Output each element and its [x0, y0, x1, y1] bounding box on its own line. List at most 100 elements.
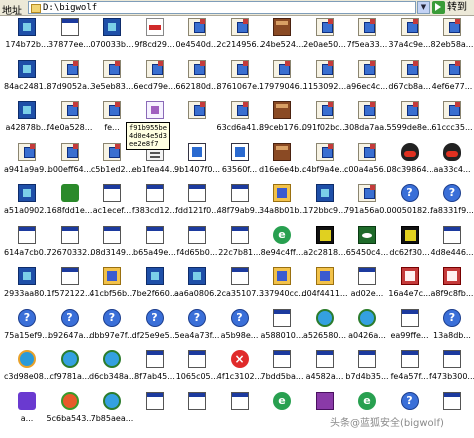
go-button[interactable]: 转到 [432, 1, 472, 14]
file-item[interactable]: c3d98e08... [4, 350, 50, 396]
file-item[interactable] [132, 391, 176, 438]
file-item[interactable]: ea99ffe... [387, 308, 431, 355]
file-item[interactable]: 37a4c9e... [387, 18, 431, 64]
file-item[interactable]: ? 00050182... [387, 184, 433, 230]
file-item[interactable]: 48f79ab9... [217, 184, 262, 230]
file-item[interactable]: 091f02bc... [302, 101, 347, 147]
file-item[interactable]: 174b72b... [4, 18, 49, 64]
file-item[interactable]: e [259, 391, 303, 438]
file-item[interactable]: b00eff64... [47, 142, 91, 189]
file-item[interactable]: 070033b... [89, 18, 134, 64]
file-item[interactable]: a941a9a9... [4, 142, 50, 189]
file-item[interactable]: 308da7aa... [344, 101, 390, 147]
file-item[interactable]: a526580... [302, 308, 346, 355]
file-item[interactable]: a588010... [259, 308, 304, 355]
file-item[interactable]: 34a8b01b... [259, 184, 305, 230]
file-item[interactable]: f4e0a528... [47, 101, 92, 147]
file-item[interactable]: 0e4540d... [174, 18, 219, 64]
address-dropdown-button[interactable]: ▼ [417, 1, 430, 14]
file-item[interactable]: 7f5ea33... [344, 18, 388, 64]
file-item[interactable]: ? dbb97e7f... [89, 308, 135, 355]
file-item[interactable]: 84ac2481... [4, 59, 50, 106]
file-item[interactable]: 61ccc35... [429, 101, 473, 147]
file-item[interactable]: 662180d... [174, 59, 219, 106]
file-item[interactable]: ? 5ea4a73f... [174, 308, 219, 355]
file-item[interactable]: 41cbf56b... [89, 267, 135, 313]
file-item[interactable]: 37877ee... [47, 18, 91, 64]
file-item[interactable]: cf9781a... [47, 350, 91, 396]
file-item[interactable]: 9f8cd29... [132, 18, 176, 64]
file-item[interactable]: ? fa8331f9... [429, 184, 474, 230]
file-item[interactable]: a4582a... [302, 350, 346, 396]
file-item[interactable]: a2c2818... [302, 225, 346, 272]
file-item[interactable]: 2ca35107... [217, 267, 263, 313]
file-item[interactable]: ? b92647a... [47, 308, 91, 355]
file-item[interactable]: a42878b... [4, 101, 49, 147]
file-item[interactable]: 08d3149... [89, 225, 134, 272]
file-item[interactable]: aa6a0806... [174, 267, 220, 313]
file-item[interactable]: 9b1407f0... [174, 142, 220, 189]
file-item[interactable]: ad02e... [344, 267, 388, 313]
file-item[interactable]: d04f4411... [302, 267, 348, 313]
file-item[interactable]: c4bf9a4e... [302, 142, 347, 189]
file-item[interactable]: a0426a... [344, 308, 388, 355]
file-item[interactable]: 7bdd5ba... [259, 350, 304, 396]
file-item[interactable] [217, 391, 261, 438]
file-item[interactable]: 8f7ab45... [132, 350, 176, 396]
address-input[interactable]: D:\bigwolf [28, 1, 416, 14]
file-item[interactable]: 6ecd79e... [132, 59, 176, 106]
file-item[interactable]: 65450c4... [344, 225, 388, 272]
file-item[interactable]: f4d65b0... [174, 225, 218, 272]
file-item[interactable]: 168fdd1e... [47, 184, 92, 230]
file-item[interactable]: ? a5b98e... [217, 308, 261, 355]
file-item[interactable]: ? 75a15ef9... [4, 308, 50, 355]
file-item[interactable]: d67cb8a... [387, 59, 431, 106]
file-item[interactable]: a8f9c8fb... [429, 267, 473, 313]
file-item[interactable]: ac1ecef... [89, 184, 133, 230]
file-item[interactable]: 1f572122... [47, 267, 93, 313]
file-item[interactable]: f383cd12... [132, 184, 177, 230]
file-item[interactable]: 63cd6a41... [217, 101, 263, 147]
file-item[interactable]: × 4f1c3102... [217, 350, 262, 396]
file-item[interactable]: e 8e94c4ff... [259, 225, 303, 272]
file-item[interactable]: dc62f30... [387, 225, 431, 272]
file-item[interactable]: ? df25e9e5... [132, 308, 177, 355]
file-item[interactable]: ? 13a8db... [429, 308, 473, 355]
file-item[interactable]: 1153092... [302, 59, 346, 106]
file-item[interactable]: 1065c05... [174, 350, 218, 396]
file-item[interactable]: 72670332... [47, 225, 93, 272]
file-item[interactable]: c00a4a56... [344, 142, 390, 189]
file-item[interactable]: a... [4, 391, 48, 438]
file-item[interactable]: 3e5eb83... [89, 59, 133, 106]
file-item[interactable]: d6cb348a... [89, 350, 135, 396]
file-item[interactable]: 7b85aea... [89, 391, 133, 438]
file-item[interactable]: 172bbc9... [302, 184, 346, 230]
file-item[interactable]: 4ef6e77... [429, 59, 473, 106]
file-item[interactable]: 16a4e7c... [387, 267, 431, 313]
file-item[interactable]: 17979046... [259, 59, 305, 106]
file-item[interactable]: 24be524... [259, 18, 304, 64]
file-item[interactable]: 614a7cb0... [4, 225, 50, 272]
file-item[interactable]: 63560f... [217, 142, 261, 189]
file-item[interactable]: 2e0ae50... [302, 18, 346, 64]
file-item[interactable]: 5599de8e... [387, 101, 433, 147]
file-item[interactable]: 5c6ba543... [47, 391, 93, 438]
file-item[interactable]: 08c39864... [387, 142, 433, 189]
file-item[interactable]: 4d8e446... [429, 225, 474, 272]
file-item[interactable]: fe4a57f... [387, 350, 431, 396]
file-item[interactable]: 8761067e... [217, 59, 263, 106]
file-item[interactable]: 2c214956... [217, 18, 263, 64]
file-item[interactable]: 82eb58a... [429, 18, 473, 64]
file-item[interactable]: a51a0902... [4, 184, 50, 230]
file-item[interactable]: 87d9052a... [47, 59, 93, 106]
file-item[interactable]: 22c7b81... [217, 225, 261, 272]
file-item[interactable]: d16e6e4b... [259, 142, 305, 189]
file-item[interactable]: 2933aa80... [4, 267, 50, 313]
file-item[interactable]: fdd121f0... [174, 184, 219, 230]
file-item[interactable]: aa33c4... [429, 142, 473, 189]
file-item[interactable]: a96ec4c... [344, 59, 388, 106]
file-item[interactable]: f473b300... [429, 350, 474, 396]
file-item[interactable]: 7be2f660... [132, 267, 177, 313]
file-item[interactable]: b65a49e... [132, 225, 176, 272]
file-item[interactable] [174, 391, 218, 438]
